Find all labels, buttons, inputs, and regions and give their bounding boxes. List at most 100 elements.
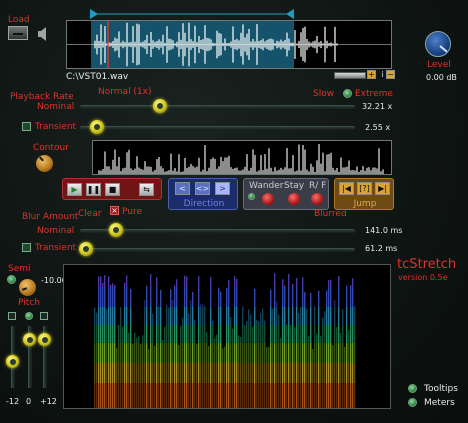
loop-icon: ⇆: [143, 185, 150, 194]
wander-label: Wander: [249, 181, 284, 191]
stay-knob[interactable]: [288, 193, 300, 205]
selection-markers: [90, 9, 294, 19]
blurred-label: Blurred: [314, 209, 347, 219]
load-label: Load: [8, 15, 30, 25]
playback-rate-label: Playback Rate: [10, 92, 74, 102]
blur-transient-slider-thumb[interactable]: [78, 242, 93, 256]
pitch-knob[interactable]: [19, 279, 36, 296]
pure-toggle[interactable]: ×: [110, 206, 119, 215]
direction-left-button[interactable]: <: [175, 182, 190, 195]
fader-toggle-0[interactable]: [25, 312, 33, 320]
fader-0-thumb[interactable]: [23, 333, 36, 347]
pitch-label: Pitch: [18, 298, 40, 308]
play-icon: ▶: [71, 185, 78, 194]
contour-display[interactable]: [92, 140, 392, 175]
x-icon: ×: [111, 206, 118, 215]
jump-end-icon: ▶|: [378, 184, 387, 193]
pause-icon: ❚❚: [86, 185, 101, 194]
rf-knob[interactable]: [311, 193, 323, 205]
rf-label: R/ F: [309, 181, 327, 191]
transient-rate-toggle[interactable]: [22, 122, 31, 131]
level-value: 0.00 dB: [426, 73, 457, 82]
direction-both-button[interactable]: <>: [195, 182, 210, 195]
slow-label: Slow: [313, 89, 335, 99]
fader-toggle-minus12[interactable]: [8, 312, 16, 320]
pause-button[interactable]: ❚❚: [86, 183, 101, 196]
playback-rate-mode: Nominal: [37, 102, 75, 112]
extreme-toggle[interactable]: [343, 89, 352, 98]
level-label: Level: [427, 60, 451, 70]
zoom-out-button[interactable]: −: [386, 70, 395, 79]
jump-random-icon: [?]: [359, 184, 370, 193]
fader-0-label: 0: [26, 397, 32, 406]
file-waveform[interactable]: [66, 20, 392, 69]
jump-start-button[interactable]: |◀: [339, 182, 354, 195]
minus-icon: −: [387, 70, 394, 79]
contour-knob-indicator: [39, 156, 44, 162]
loop-button[interactable]: ⇆: [139, 183, 154, 196]
zoom-scrollbar[interactable]: [334, 72, 366, 79]
app-title: tcStretch: [397, 257, 457, 272]
blur-amount-slider-thumb[interactable]: [108, 223, 123, 237]
semi-label: Semi: [8, 264, 31, 274]
blur-transient-value: 61.2 ms: [365, 244, 398, 253]
blur-transient-slider[interactable]: [80, 248, 355, 252]
fader-plus12-thumb[interactable]: [38, 333, 51, 347]
blur-mode: Nominal: [37, 226, 75, 236]
wander-toggle[interactable]: [248, 193, 255, 200]
tcstretch-window: Load C:\VST01.wav + i − Level 0.00 dB Pl…: [0, 0, 468, 423]
spectrogram-display[interactable]: [63, 264, 391, 409]
tooltips-toggle[interactable]: [408, 384, 417, 393]
wander-knob[interactable]: [262, 193, 274, 205]
playback-rate-value: 32.21 x: [362, 102, 393, 111]
jump-end-button[interactable]: ▶|: [375, 182, 390, 195]
clear-label: Clear: [78, 209, 102, 219]
transport-group: ▶ ❚❚ ■ ⇆: [62, 178, 162, 200]
playback-rate-slider-thumb[interactable]: [152, 99, 167, 113]
jump-random-button[interactable]: [?]: [357, 182, 372, 195]
selection-end-marker[interactable]: [286, 9, 294, 19]
stay-label: Stay: [284, 181, 305, 191]
transient-rate-slider[interactable]: [80, 126, 355, 130]
file-path: C:\VST01.wav: [66, 72, 129, 82]
direction-group: < <> > Direction: [168, 178, 238, 210]
direction-right-button[interactable]: >: [215, 182, 230, 195]
zoom-in-button[interactable]: +: [367, 70, 376, 79]
selection-start-marker[interactable]: [90, 9, 98, 19]
fader-toggle-plus12[interactable]: [40, 312, 48, 320]
transient-rate-label: Transient: [35, 122, 77, 132]
semi-toggle[interactable]: [7, 275, 16, 284]
transient-rate-value: 2.55 x: [365, 123, 391, 132]
tooltips-label: Tooltips: [424, 384, 458, 394]
pure-label: Pure: [122, 207, 143, 217]
load-button[interactable]: [8, 26, 28, 40]
blur-transient-toggle[interactable]: [22, 243, 31, 252]
transient-rate-slider-thumb[interactable]: [89, 120, 104, 134]
level-knob[interactable]: [425, 31, 451, 57]
load-icon: [13, 33, 23, 35]
normal-rate-label: Normal (1x): [98, 87, 152, 97]
app-version: version 0.5e: [398, 273, 448, 282]
play-button[interactable]: ▶: [67, 183, 82, 196]
fader-minus12-thumb[interactable]: [6, 355, 19, 369]
extreme-label: Extreme: [355, 89, 393, 99]
speaker-icon[interactable]: [37, 27, 49, 41]
contour-label: Contour: [33, 143, 69, 153]
info-icon: i: [381, 70, 384, 79]
right-arrow-icon: >: [219, 184, 226, 193]
meters-label: Meters: [424, 398, 455, 408]
wander-group: Wander Stay R/ F: [243, 178, 329, 210]
playback-rate-slider[interactable]: [80, 105, 355, 109]
stop-button[interactable]: ■: [105, 183, 120, 196]
contour-knob[interactable]: [36, 155, 53, 172]
left-arrow-icon: <: [179, 184, 186, 193]
fader-minus12-label: -12: [6, 397, 20, 406]
blur-amount-label: Blur Amount: [22, 212, 79, 222]
pitch-knob-indicator: [21, 287, 28, 291]
direction-label: Direction: [183, 199, 225, 209]
blur-amount-value: 141.0 ms: [365, 226, 403, 235]
bidirectional-icon: <>: [195, 184, 210, 193]
jump-group: |◀ [?] ▶| Jump: [334, 178, 394, 210]
jump-start-icon: |◀: [342, 184, 351, 193]
meters-toggle[interactable]: [408, 398, 417, 407]
